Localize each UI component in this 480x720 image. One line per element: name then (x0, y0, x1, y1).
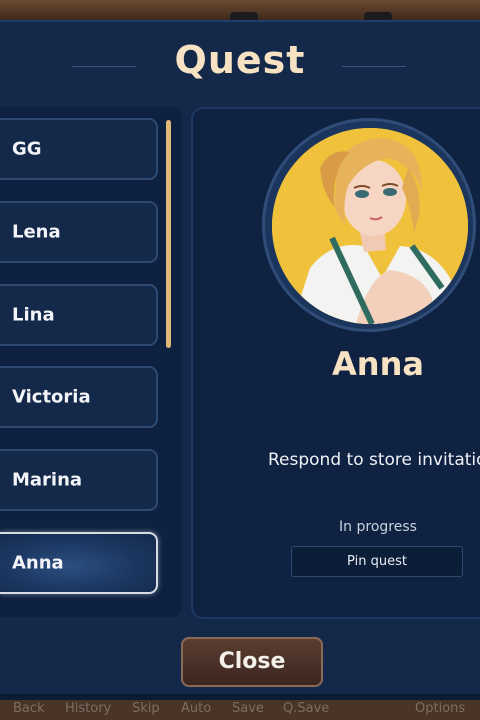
character-button-marina[interactable]: Marina (0, 449, 158, 511)
quick-menu-skip[interactable]: Skip (132, 701, 160, 716)
quick-menu-options[interactable]: Options (415, 701, 465, 716)
character-label: Lina (12, 304, 55, 326)
character-portrait (272, 128, 468, 324)
quick-menu-auto[interactable]: Auto (181, 701, 211, 716)
character-label: GG (12, 138, 42, 160)
screen-title: Quest (174, 38, 306, 82)
quest-status: In progress (339, 519, 417, 535)
character-button-lina[interactable]: Lina (0, 284, 158, 346)
quick-menu-qsave[interactable]: Q.Save (283, 701, 329, 716)
close-button[interactable]: Close (181, 637, 323, 687)
pin-quest-button[interactable]: Pin quest (291, 546, 463, 577)
character-button-anna[interactable]: Anna (0, 532, 158, 594)
character-button-gg[interactable]: GG (0, 118, 158, 180)
character-button-lena[interactable]: Lena (0, 201, 158, 263)
quest-description: Respond to store invitation (268, 450, 480, 470)
character-name: Anna (332, 345, 424, 383)
quick-menu-save[interactable]: Save (232, 701, 264, 716)
character-label: Lena (12, 221, 61, 243)
anna-portrait-illustration (272, 128, 468, 324)
title-rule-right (342, 66, 406, 67)
character-label: Marina (12, 469, 83, 491)
list-scrollbar-thumb[interactable] (166, 120, 171, 348)
quick-menu-back[interactable]: Back (13, 701, 45, 716)
character-label: Anna (12, 552, 64, 574)
character-button-victoria[interactable]: Victoria (0, 366, 158, 428)
quick-menu-history[interactable]: History (65, 701, 111, 716)
character-label: Victoria (12, 386, 91, 408)
